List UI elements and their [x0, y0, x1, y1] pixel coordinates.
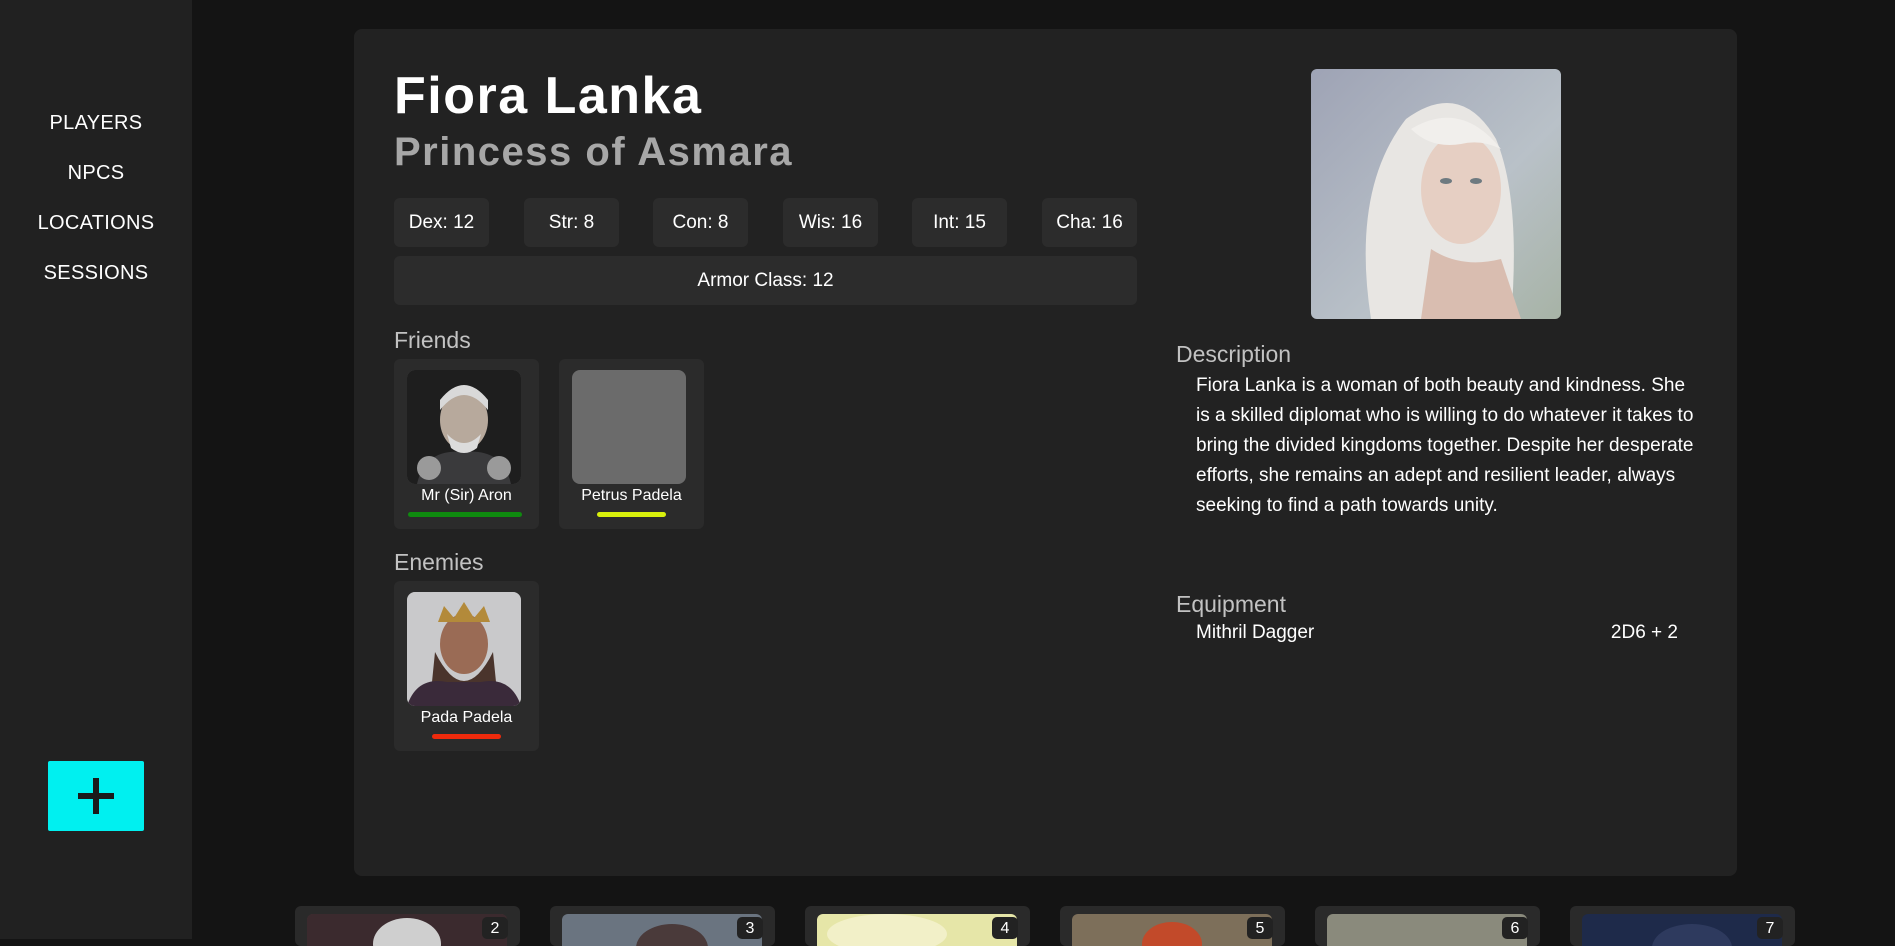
- stat-con: Con: 8: [653, 198, 748, 247]
- friends-heading: Friends: [394, 327, 471, 353]
- relation-bar: [408, 512, 522, 517]
- character-strip-card[interactable]: 3: [550, 906, 775, 946]
- equipment-name: Mithril Dagger: [1196, 622, 1315, 643]
- character-strip-card[interactable]: 6: [1315, 906, 1540, 946]
- friend-name: Mr (Sir) Aron: [421, 487, 512, 504]
- strip-thumbnail: [817, 914, 1017, 946]
- sidebar: PLAYERS NPCS LOCATIONS SESSIONS: [0, 0, 192, 939]
- enemy-portrait: [407, 592, 521, 706]
- nav-item-npcs[interactable]: NPCS: [0, 158, 192, 208]
- description-text: Fiora Lanka is a woman of both beauty an…: [1196, 375, 1694, 516]
- character-strip-card[interactable]: 4: [805, 906, 1030, 946]
- equipment-damage: 2D6 + 2: [1610, 622, 1678, 643]
- enemy-card[interactable]: Pada Padela: [394, 581, 539, 751]
- character-name: Fiora Lanka: [394, 67, 703, 125]
- enemy-name: Pada Padela: [420, 709, 513, 726]
- character-strip-card[interactable]: 5: [1060, 906, 1285, 946]
- nav-item-locations[interactable]: LOCATIONS: [0, 208, 192, 258]
- strip-number: 3: [737, 917, 763, 939]
- add-button[interactable]: [48, 761, 144, 831]
- friend-portrait-placeholder: [572, 370, 686, 484]
- stat-wis: Wis: 16: [783, 198, 878, 247]
- strip-number: 4: [992, 917, 1018, 939]
- friend-card[interactable]: Petrus Padela: [559, 359, 704, 529]
- enemies-heading: Enemies: [394, 549, 484, 575]
- character-title: Princess of Asmara: [394, 130, 794, 174]
- plus-icon: [78, 778, 114, 814]
- strip-thumbnail: [307, 914, 507, 946]
- description-heading: Description: [1176, 341, 1292, 367]
- strip-thumbnail: [1582, 914, 1782, 946]
- stat-dex: Dex: 12: [394, 198, 489, 247]
- character-card: Fiora Lanka Princess of Asmara Dex: 12 S…: [354, 29, 1737, 876]
- character-strip-card[interactable]: 7: [1570, 906, 1795, 946]
- nav-item-sessions[interactable]: SESSIONS: [0, 258, 192, 308]
- character-portrait: [1311, 69, 1561, 319]
- stat-str: Str: 8: [524, 198, 619, 247]
- strip-thumbnail: [562, 914, 762, 946]
- sidebar-nav: PLAYERS NPCS LOCATIONS SESSIONS: [0, 108, 192, 308]
- stat-int: Int: 15: [912, 198, 1007, 247]
- relation-bar: [432, 734, 501, 739]
- character-strip-card[interactable]: 2: [295, 906, 520, 946]
- armor-class: Armor Class: 12: [394, 256, 1137, 305]
- strip-number: 5: [1247, 917, 1273, 939]
- strip-number: 2: [482, 917, 508, 939]
- strip-thumbnail: [1072, 914, 1272, 946]
- relation-bar: [597, 512, 666, 517]
- equipment-heading: Equipment: [1176, 591, 1286, 617]
- stat-cha: Cha: 16: [1042, 198, 1137, 247]
- friend-card[interactable]: Mr (Sir) Aron: [394, 359, 539, 529]
- stats-row: Dex: 12 Str: 8 Con: 8 Wis: 16 Int: 15 Ch…: [394, 198, 1137, 247]
- strip-number: 7: [1757, 917, 1783, 939]
- friend-name: Petrus Padela: [581, 487, 682, 504]
- strip-thumbnail: [1327, 914, 1527, 946]
- friend-portrait: [407, 370, 521, 484]
- strip-number: 6: [1502, 917, 1528, 939]
- nav-item-players[interactable]: PLAYERS: [0, 108, 192, 158]
